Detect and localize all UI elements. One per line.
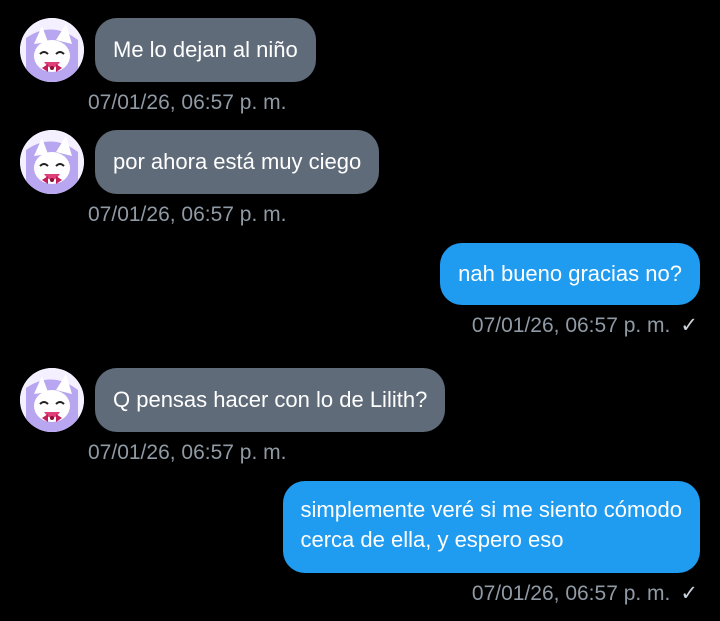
- message-timestamp: 07/01/26, 06:57 p. m.: [471, 314, 671, 337]
- message-text-line: simplemente veré si me siento cómodo: [300, 497, 683, 522]
- message-bubble[interactable]: Me lo dejan al niño: [95, 18, 316, 82]
- checkmark-icon: ✓: [680, 582, 698, 605]
- message-bubble[interactable]: simplemente veré si me siento cómodo cer…: [282, 481, 700, 573]
- message-timestamp-row: 07/01/26, 06:57 p. m. ✓: [472, 314, 698, 338]
- avatar[interactable]: [20, 130, 84, 194]
- message-text: nah bueno gracias no?: [458, 261, 682, 286]
- avatar[interactable]: [20, 18, 84, 82]
- message-bubble[interactable]: nah bueno gracias no?: [440, 243, 700, 305]
- message-bubble[interactable]: Q pensas hacer con lo de Lilith?: [95, 368, 446, 432]
- avatar-icon: [20, 18, 84, 82]
- message-text: Q pensas hacer con lo de Lilith?: [113, 387, 428, 412]
- message-bubble[interactable]: por ahora está muy ciego: [95, 130, 380, 194]
- message-timestamp-row: 07/01/26, 06:57 p. m. ✓: [472, 582, 698, 606]
- message-text: por ahora está muy ciego: [113, 149, 362, 174]
- checkmark-icon: ✓: [680, 314, 698, 337]
- avatar-icon: [20, 368, 84, 432]
- message-timestamp: 07/01/26, 06:57 p. m.: [88, 203, 287, 226]
- message-text-line: cerca de ella, y espero eso: [300, 527, 564, 552]
- message-timestamp: 07/01/26, 06:57 p. m.: [88, 91, 287, 114]
- message-timestamp: 07/01/26, 06:57 p. m.: [471, 582, 671, 605]
- avatar-icon: [20, 130, 84, 194]
- avatar[interactable]: [20, 368, 84, 432]
- message-timestamp: 07/01/26, 06:57 p. m.: [88, 441, 287, 464]
- message-text: Me lo dejan al niño: [113, 37, 298, 62]
